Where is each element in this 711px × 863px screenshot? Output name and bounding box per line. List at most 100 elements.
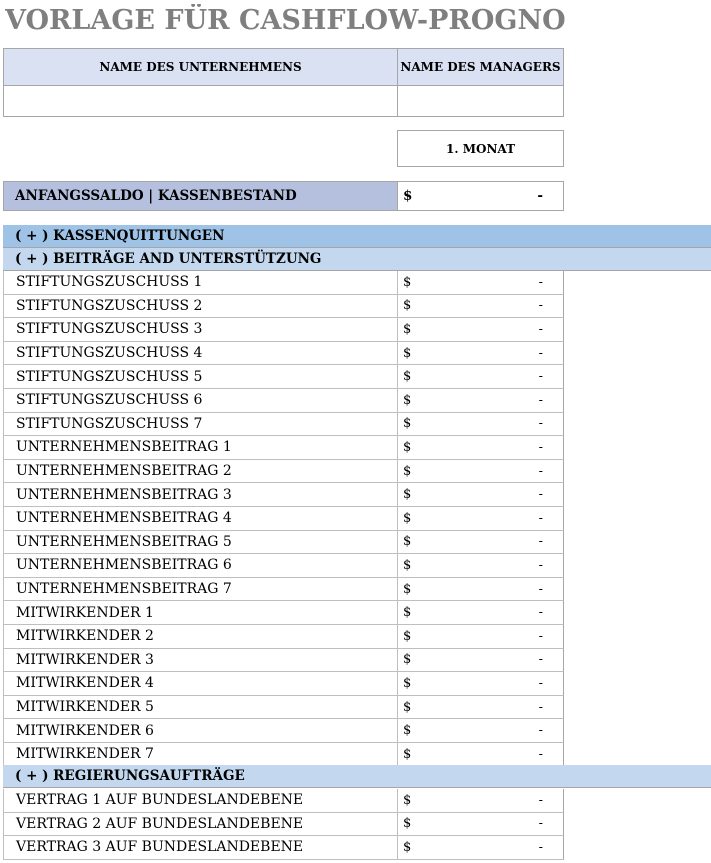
currency-symbol: $ [403,487,412,503]
section-contributions: ( + ) BEITRÄGE AND UNTERSTÜTZUNG [3,248,711,271]
amount: - [537,188,543,204]
table-row: UNTERNEHMENSBEITRAG 7 $ - [3,577,564,602]
amount-cell[interactable]: - [539,719,543,742]
table-row: VERTRAG 1 AUF BUNDESLANDEBENE $ - [3,789,564,813]
table-row: STIFTUNGSZUSCHUSS 1 $ - [3,271,564,295]
row-label: UNTERNEHMENSBEITRAG 3 [16,486,232,503]
row-label: VERTRAG 2 AUF BUNDESLANDEBENE [16,815,304,832]
currency-symbol: $ [403,839,412,855]
amount-cell[interactable]: - [539,342,543,365]
currency-symbol: $ [403,345,412,361]
amount-cell[interactable]: - [539,413,543,436]
currency-symbol: $ [403,699,412,715]
manager-name-header: NAME DES MANAGERS [397,48,564,86]
currency-symbol: $ [403,298,412,314]
column-divider [397,530,398,554]
row-label: MITWIRKENDER 2 [16,628,154,645]
column-divider [397,836,398,859]
amount-cell[interactable]: - [539,295,543,318]
amount-cell[interactable]: - [539,365,543,388]
column-divider [397,743,398,766]
currency-symbol: $ [403,369,412,385]
table-row: STIFTUNGSZUSCHUSS 2 $ - [3,294,564,319]
table-row: STIFTUNGSZUSCHUSS 4 $ - [3,341,564,366]
row-label: STIFTUNGSZUSCHUSS 4 [16,345,203,362]
table-row: MITWIRKENDER 1 $ - [3,601,564,625]
currency-symbol: $ [403,723,412,739]
amount-cell[interactable]: - [539,836,543,859]
column-divider [397,601,398,624]
currency-symbol: $ [403,416,412,432]
currency-symbol: $ [403,321,412,337]
row-label: UNTERNEHMENSBEITRAG 1 [16,439,232,456]
currency-symbol: $ [403,792,412,808]
column-divider [397,672,398,695]
table-row: MITWIRKENDER 5 $ - [3,695,564,720]
opening-balance-label: ANFANGSSALDO | KASSENBESTAND [3,181,398,211]
amount-cell[interactable]: - [539,554,543,577]
row-label: MITWIRKENDER 1 [16,604,154,621]
column-divider [397,341,398,365]
opening-balance-value[interactable]: $ - [397,181,564,211]
amount-cell[interactable]: - [539,460,543,483]
table-row: MITWIRKENDER 3 $ - [3,648,564,673]
row-label: STIFTUNGSZUSCHUSS 7 [16,415,203,432]
manager-name-input[interactable] [397,85,564,117]
currency-symbol: $ [403,557,412,573]
currency-symbol: $ [403,463,412,479]
amount-cell[interactable]: - [539,743,543,766]
row-label: STIFTUNGSZUSCHUSS 6 [16,392,203,409]
currency-symbol: $ [403,675,412,691]
section-government-contracts: ( + ) REGIERUNGSAUFTRÄGE [3,765,711,788]
row-label: MITWIRKENDER 6 [16,722,154,739]
currency-symbol: $ [403,652,412,668]
amount-cell[interactable]: - [539,625,543,648]
table-row: VERTRAG 3 AUF BUNDESLANDEBENE $ - [3,836,564,860]
row-label: UNTERNEHMENSBEITRAG 4 [16,510,232,527]
amount-cell[interactable]: - [539,813,543,836]
amount-cell[interactable]: - [539,578,543,601]
currency-symbol: $ [403,816,412,832]
row-label: STIFTUNGSZUSCHUSS 5 [16,368,203,385]
row-label: VERTRAG 3 AUF BUNDESLANDEBENE [16,839,304,856]
amount-cell[interactable]: - [539,483,543,506]
amount-cell[interactable]: - [539,649,543,672]
amount-cell[interactable]: - [539,696,543,719]
column-divider [397,719,398,742]
column-divider [397,625,398,648]
table-row: VERTRAG 2 AUF BUNDESLANDEBENE $ - [3,812,564,837]
amount-cell[interactable]: - [539,389,543,412]
column-divider [397,507,398,530]
month-header: 1. MONAT [397,130,564,167]
amount-cell[interactable]: - [539,672,543,695]
row-label: VERTRAG 1 AUF BUNDESLANDEBENE [16,792,304,809]
amount-cell[interactable]: - [539,789,543,812]
row-label: STIFTUNGSZUSCHUSS 1 [16,274,203,291]
column-divider [397,365,398,388]
table-row: STIFTUNGSZUSCHUSS 7 $ - [3,412,564,437]
currency-symbol: $ [403,439,412,455]
amount-cell[interactable]: - [539,531,543,554]
amount-cell[interactable]: - [539,507,543,530]
table-row: STIFTUNGSZUSCHUSS 3 $ - [3,318,564,342]
column-divider [397,459,398,483]
table-row: MITWIRKENDER 6 $ - [3,719,564,743]
column-divider [397,789,398,812]
table-row: MITWIRKENDER 4 $ - [3,672,564,696]
table-row: UNTERNEHMENSBEITRAG 6 $ - [3,554,564,578]
table-row: UNTERNEHMENSBEITRAG 5 $ - [3,530,564,555]
amount-cell[interactable]: - [539,271,543,294]
row-label: UNTERNEHMENSBEITRAG 5 [16,533,232,550]
column-divider [397,483,398,506]
company-name-input[interactable] [3,85,398,117]
table-row: UNTERNEHMENSBEITRAG 4 $ - [3,507,564,531]
column-divider [397,412,398,436]
column-divider [397,271,398,294]
row-label: MITWIRKENDER 7 [16,746,154,763]
amount-cell[interactable]: - [539,436,543,459]
amount-cell[interactable]: - [539,601,543,624]
amount-cell[interactable]: - [539,318,543,341]
currency-symbol: $ [403,188,413,204]
section-cash-receipts: ( + ) KASSENQUITTUNGEN [3,225,711,248]
currency-symbol: $ [403,274,412,290]
